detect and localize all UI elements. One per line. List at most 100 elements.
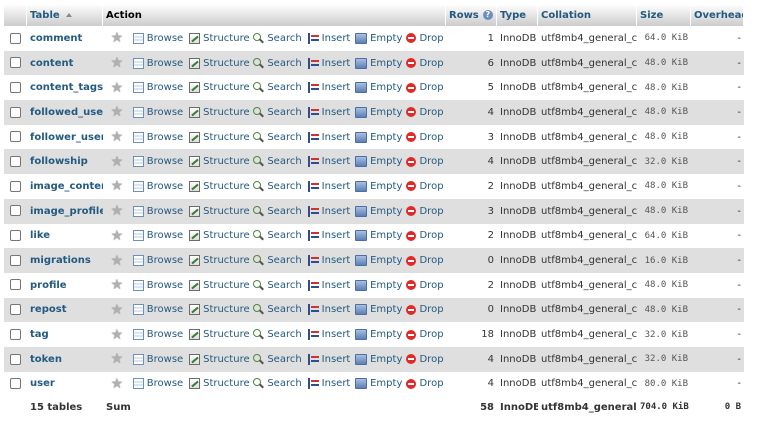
row-checkbox[interactable] bbox=[10, 304, 21, 316]
empty-action[interactable]: Empty bbox=[355, 131, 406, 143]
insert-action[interactable]: Insert bbox=[307, 230, 355, 242]
browse-action[interactable]: Browse bbox=[132, 378, 189, 390]
search-action[interactable]: Search bbox=[253, 180, 307, 192]
empty-action[interactable]: Empty bbox=[355, 255, 406, 267]
structure-action[interactable]: Structure bbox=[189, 378, 253, 390]
search-action[interactable]: Search bbox=[253, 255, 307, 266]
star-icon[interactable]: ★ bbox=[107, 178, 127, 194]
drop-action[interactable]: Drop bbox=[406, 206, 446, 217]
drop-action[interactable]: Drop bbox=[406, 354, 446, 365]
search-action[interactable]: Search bbox=[253, 57, 307, 69]
table-name-link[interactable]: followed_user bbox=[27, 100, 103, 125]
drop-action[interactable]: Drop bbox=[406, 58, 446, 69]
star-icon[interactable]: ★ bbox=[107, 376, 127, 392]
insert-action[interactable]: Insert bbox=[307, 329, 355, 341]
drop-action[interactable]: Drop bbox=[406, 280, 446, 291]
row-checkbox[interactable] bbox=[10, 279, 21, 291]
search-action[interactable]: Search bbox=[253, 106, 307, 118]
insert-action[interactable]: Insert bbox=[307, 106, 355, 118]
insert-action[interactable]: Insert bbox=[307, 378, 355, 390]
table-name-link[interactable]: token bbox=[27, 346, 103, 372]
drop-action[interactable]: Drop bbox=[406, 33, 446, 44]
empty-action[interactable]: Empty bbox=[355, 106, 406, 118]
table-name-link[interactable]: follower_user bbox=[27, 124, 103, 150]
empty-action[interactable]: Empty bbox=[355, 57, 406, 69]
search-action[interactable]: Search bbox=[253, 378, 307, 389]
empty-action[interactable]: Empty bbox=[355, 180, 406, 192]
star-icon[interactable]: ★ bbox=[107, 253, 127, 269]
insert-action[interactable]: Insert bbox=[307, 82, 355, 94]
table-name-link[interactable]: tag bbox=[27, 322, 103, 347]
star-icon[interactable]: ★ bbox=[107, 104, 127, 120]
insert-action[interactable]: Insert bbox=[307, 205, 355, 217]
structure-action[interactable]: Structure bbox=[189, 82, 253, 94]
row-checkbox[interactable] bbox=[10, 57, 21, 69]
empty-action[interactable]: Empty bbox=[355, 32, 406, 44]
search-action[interactable]: Search bbox=[253, 304, 307, 315]
column-header-collation[interactable]: Collation bbox=[538, 4, 637, 26]
insert-action[interactable]: Insert bbox=[307, 255, 355, 267]
structure-action[interactable]: Structure bbox=[189, 205, 253, 217]
star-icon[interactable]: ★ bbox=[107, 55, 127, 71]
table-name-link[interactable]: image_profile bbox=[27, 198, 103, 224]
star-icon[interactable]: ★ bbox=[107, 30, 127, 46]
browse-action[interactable]: Browse bbox=[132, 304, 189, 316]
row-checkbox[interactable] bbox=[10, 230, 21, 242]
drop-action[interactable]: Drop bbox=[406, 378, 446, 389]
insert-action[interactable]: Insert bbox=[307, 57, 355, 69]
table-name-link[interactable]: profile bbox=[27, 272, 103, 298]
empty-action[interactable]: Empty bbox=[355, 230, 406, 242]
structure-action[interactable]: Structure bbox=[189, 106, 253, 118]
table-name-link[interactable]: like bbox=[27, 223, 103, 249]
drop-action[interactable]: Drop bbox=[406, 107, 446, 118]
browse-action[interactable]: Browse bbox=[132, 131, 189, 143]
star-icon[interactable]: ★ bbox=[107, 302, 127, 318]
drop-action[interactable]: Drop bbox=[406, 82, 446, 93]
row-checkbox[interactable] bbox=[10, 131, 21, 143]
table-name-link[interactable]: comment bbox=[27, 26, 103, 51]
table-name-link[interactable]: migrations bbox=[27, 248, 103, 273]
star-icon[interactable]: ★ bbox=[107, 154, 127, 170]
table-name-link[interactable]: user bbox=[27, 371, 103, 397]
help-icon[interactable]: ? bbox=[482, 9, 493, 20]
search-action[interactable]: Search bbox=[253, 353, 307, 365]
column-header-rows[interactable]: Rows? bbox=[446, 4, 497, 26]
browse-action[interactable]: Browse bbox=[132, 82, 189, 94]
structure-action[interactable]: Structure bbox=[189, 255, 253, 267]
search-action[interactable]: Search bbox=[253, 156, 307, 167]
row-checkbox[interactable] bbox=[10, 156, 21, 168]
search-action[interactable]: Search bbox=[253, 279, 307, 291]
column-header-table[interactable]: Table bbox=[27, 4, 103, 26]
column-header-size[interactable]: Size bbox=[637, 4, 691, 26]
empty-action[interactable]: Empty bbox=[355, 378, 406, 390]
empty-action[interactable]: Empty bbox=[355, 329, 406, 341]
browse-action[interactable]: Browse bbox=[132, 32, 189, 44]
browse-action[interactable]: Browse bbox=[132, 106, 189, 118]
drop-action[interactable]: Drop bbox=[406, 230, 446, 241]
drop-action[interactable]: Drop bbox=[406, 255, 446, 266]
column-header-type[interactable]: Type bbox=[497, 4, 538, 26]
structure-action[interactable]: Structure bbox=[189, 156, 253, 168]
row-checkbox[interactable] bbox=[10, 353, 21, 365]
insert-action[interactable]: Insert bbox=[307, 156, 355, 168]
search-action[interactable]: Search bbox=[253, 32, 307, 44]
structure-action[interactable]: Structure bbox=[189, 353, 253, 365]
star-icon[interactable]: ★ bbox=[107, 228, 127, 244]
row-checkbox[interactable] bbox=[10, 81, 21, 93]
drop-action[interactable]: Drop bbox=[406, 304, 446, 315]
structure-action[interactable]: Structure bbox=[189, 180, 253, 192]
row-checkbox[interactable] bbox=[10, 328, 21, 340]
row-checkbox[interactable] bbox=[10, 180, 21, 192]
browse-action[interactable]: Browse bbox=[132, 205, 189, 217]
structure-action[interactable]: Structure bbox=[189, 279, 253, 291]
insert-action[interactable]: Insert bbox=[307, 279, 355, 291]
insert-action[interactable]: Insert bbox=[307, 353, 355, 365]
search-action[interactable]: Search bbox=[253, 329, 307, 340]
row-checkbox[interactable] bbox=[10, 106, 21, 118]
drop-action[interactable]: Drop bbox=[406, 156, 446, 167]
browse-action[interactable]: Browse bbox=[132, 156, 189, 168]
row-checkbox[interactable] bbox=[10, 32, 21, 44]
star-icon[interactable]: ★ bbox=[107, 203, 127, 219]
structure-action[interactable]: Structure bbox=[189, 131, 253, 143]
empty-action[interactable]: Empty bbox=[355, 156, 406, 168]
